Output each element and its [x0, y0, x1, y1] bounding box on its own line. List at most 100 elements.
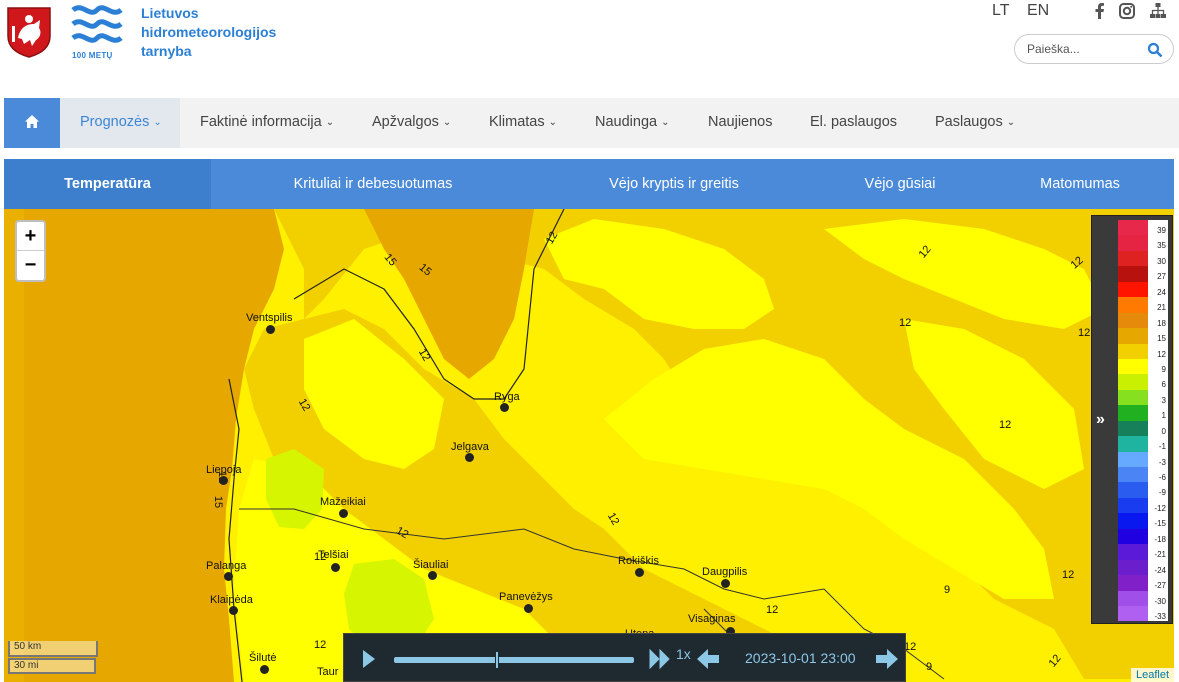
city-marker[interactable]	[635, 568, 644, 577]
legend-row: 6	[1118, 374, 1170, 390]
coat-of-arms-icon[interactable]	[6, 6, 52, 58]
city-marker[interactable]	[465, 453, 474, 462]
city-marker[interactable]	[339, 509, 348, 518]
sitemap-icon[interactable]	[1149, 2, 1167, 20]
legend-value: -24	[1148, 559, 1168, 576]
zoom-control: + −	[15, 220, 46, 282]
city-marker[interactable]	[229, 606, 238, 615]
isoline-label: 12	[1062, 569, 1075, 581]
legend-value: 1	[1148, 405, 1168, 421]
isoline-label: 12	[766, 604, 779, 616]
legend-scale: 39 35 30 27 24 21 18 15 12 9 6 3 1 0 -1 -3 -6 -9 -12 -15 -18…	[1118, 220, 1170, 622]
play-icon[interactable]	[362, 649, 376, 669]
lang-lt-link[interactable]: LT	[992, 2, 1009, 20]
nav-el-paslaugos[interactable]: El. paslaugos	[810, 98, 897, 148]
nav-prognozes[interactable]: Prognozės ⌄	[60, 98, 180, 148]
lang-en-link[interactable]: EN	[1027, 2, 1049, 20]
nav-klimatas[interactable]: Klimatas ⌄	[489, 98, 557, 148]
city-marker[interactable]	[721, 579, 730, 588]
legend-row: -3	[1118, 451, 1170, 467]
legend-row: 27	[1118, 266, 1170, 282]
legend-toggle-button[interactable]: »	[1096, 411, 1105, 429]
isoline-label: 12	[899, 317, 912, 329]
legend-swatch	[1118, 575, 1148, 591]
legend-swatch	[1118, 358, 1148, 375]
legend-value: 6	[1148, 374, 1168, 390]
search-input[interactable]	[1027, 41, 1147, 57]
current-datetime: 2023-10-01 23:00	[745, 650, 856, 666]
city-marker[interactable]	[266, 325, 275, 334]
nav-label: Naudinga	[595, 114, 658, 130]
search-icon[interactable]	[1147, 42, 1163, 58]
nav-apzvalgos[interactable]: Apžvalgos ⌄	[372, 98, 451, 148]
step-forward-icon[interactable]	[875, 648, 899, 670]
fast-forward-icon[interactable]	[649, 649, 671, 669]
city-marker[interactable]	[219, 476, 228, 485]
legend-swatch	[1118, 266, 1148, 282]
facebook-icon[interactable]	[1091, 2, 1109, 20]
legend-swatch	[1118, 513, 1148, 529]
time-slider-handle[interactable]	[495, 651, 500, 669]
city-marker[interactable]	[331, 563, 340, 572]
instagram-icon[interactable]	[1118, 2, 1136, 20]
org-name-line: Lietuvos	[141, 5, 199, 21]
tab-vejo-kryptis[interactable]: Vėjo kryptis ir greitis	[584, 159, 764, 209]
city-label-klaipeda: Klaipėda	[210, 594, 253, 606]
chevron-down-icon: ⌄	[325, 117, 335, 128]
city-marker[interactable]	[500, 403, 509, 412]
nav-naudinga[interactable]: Naudinga ⌄	[595, 98, 669, 148]
city-marker[interactable]	[224, 572, 233, 581]
legend-row: -12	[1118, 497, 1170, 514]
city-marker[interactable]	[524, 604, 533, 613]
legend-value: 30	[1148, 250, 1168, 267]
legend-swatch	[1118, 482, 1148, 498]
playback-speed[interactable]: 1x	[676, 646, 691, 662]
time-slider[interactable]	[394, 651, 634, 669]
zoom-out-button[interactable]: −	[17, 251, 44, 280]
isoline-label: 12	[1078, 327, 1091, 339]
nav-paslaugos[interactable]: Paslaugos ⌄	[935, 98, 1015, 148]
isoline-label: 9	[926, 661, 933, 673]
home-button[interactable]	[4, 98, 60, 148]
step-back-icon[interactable]	[696, 648, 720, 670]
city-marker[interactable]	[428, 571, 437, 580]
city-label-jelgava: Jelgava	[451, 441, 489, 453]
zoom-in-button[interactable]: +	[17, 222, 44, 251]
legend-swatch	[1118, 250, 1148, 267]
nav-label: Faktinė informacija	[200, 114, 322, 130]
legend-row: -30	[1118, 590, 1170, 606]
city-marker[interactable]	[260, 665, 269, 674]
nav-label: Apžvalgos	[372, 114, 439, 130]
legend-swatch	[1118, 374, 1148, 390]
temperature-map[interactable]: 15 15 12 12 12 12 12 12 12 12 15 12 12 1…	[4, 209, 1174, 682]
legend-value: 9	[1148, 358, 1168, 375]
legend-swatch	[1118, 420, 1148, 437]
tab-temperatura[interactable]: Temperatūra	[4, 159, 211, 209]
city-label-panevezys: Panevėžys	[499, 591, 553, 603]
city-label-visaginas: Visaginas	[688, 613, 736, 625]
scale-bar-km: 50 km	[8, 641, 98, 657]
legend-value: 21	[1148, 297, 1168, 313]
legend-row: -24	[1118, 559, 1170, 576]
chevron-down-icon: ⌄	[1006, 117, 1016, 128]
legend-value: 39	[1148, 220, 1168, 236]
legend-swatch	[1118, 559, 1148, 576]
legend-swatch	[1118, 405, 1148, 421]
legend-value: -1	[1148, 436, 1168, 452]
leaflet-attribution-link[interactable]: Leaflet	[1130, 668, 1174, 682]
legend-row: 18	[1118, 312, 1170, 329]
tab-krituliai[interactable]: Krituliai ir debesuotumas	[268, 159, 478, 209]
legend-row: -1	[1118, 436, 1170, 452]
temperature-legend: » 39 35 30 27 24 21 18 15 12 9 6 3 1 0 -1 -3 -6 -9 -12 -15-…	[1091, 215, 1173, 624]
tab-vejo-gusiai[interactable]: Vėjo gūsiai	[844, 159, 956, 209]
nav-faktine-informacija[interactable]: Faktinė informacija ⌄	[200, 98, 334, 148]
search-box	[1014, 34, 1174, 64]
city-label-silute: Šilutė	[249, 652, 277, 664]
tab-matomumas[interactable]: Matomumas	[1024, 159, 1136, 209]
isoline-label: 9	[944, 584, 951, 596]
legend-row: -18	[1118, 528, 1170, 545]
legend-swatch	[1118, 343, 1148, 359]
nav-naujienos[interactable]: Naujienos	[708, 98, 773, 148]
org-name[interactable]: Lietuvos hidrometeorologijos tarnyba	[141, 4, 301, 61]
city-label-telsiai: Telšiai	[318, 549, 349, 561]
